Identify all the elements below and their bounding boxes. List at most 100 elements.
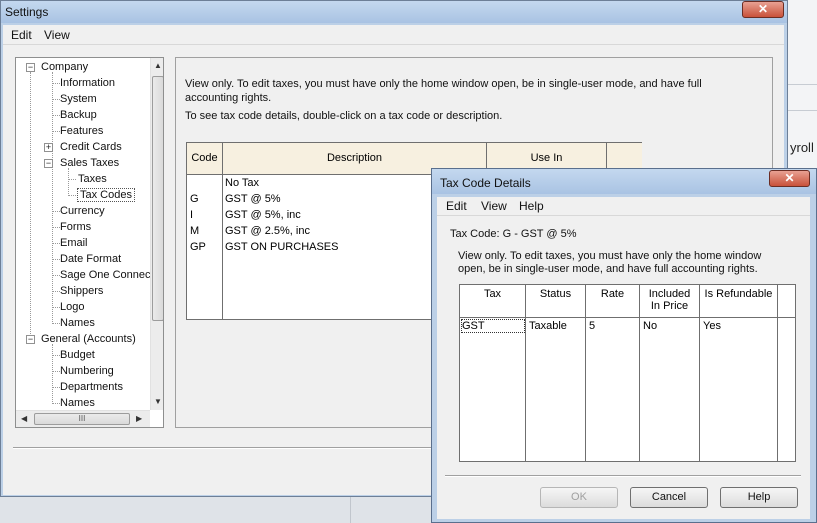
close-icon: ✕ <box>784 171 795 185</box>
tree-expand-icon[interactable]: + <box>44 143 53 152</box>
dialog-menu-edit[interactable]: Edit <box>446 199 467 213</box>
tree-collapse-icon[interactable]: − <box>26 335 35 344</box>
settings-titlebar[interactable]: Settings ✕ <box>1 1 787 23</box>
tree-item-taxes[interactable]: Taxes <box>78 173 107 185</box>
column-header-tax[interactable]: Tax <box>460 285 526 318</box>
tree-item-date-format[interactable]: Date Format <box>60 253 121 265</box>
tree-connector <box>52 291 60 292</box>
tree-item-credit-cards[interactable]: Credit Cards <box>60 141 122 153</box>
status-column <box>526 318 586 461</box>
scroll-down-icon[interactable]: ▼ <box>154 397 162 406</box>
tree-collapse-icon[interactable]: − <box>26 63 35 72</box>
settings-menubar: Edit View <box>3 25 784 45</box>
settings-title: Settings <box>5 5 49 19</box>
column-header-included-in-price[interactable]: Included In Price <box>640 285 700 318</box>
dialog-menubar: Edit View Help <box>437 197 810 216</box>
column-header-code[interactable]: Code <box>187 143 223 175</box>
dialog-titlebar[interactable]: Tax Code Details ✕ <box>432 169 816 194</box>
tree-connector <box>52 387 60 388</box>
tree-connector <box>52 403 60 404</box>
tree-vertical-scrollbar[interactable]: ▲ ▼ <box>150 58 163 410</box>
tree-item-sales-taxes[interactable]: Sales Taxes <box>60 157 119 169</box>
scroll-right-icon[interactable]: ▶ <box>136 414 142 423</box>
ok-button[interactable]: OK <box>540 487 618 508</box>
view-only-notice-line: View only. To edit taxes, you must have … <box>185 78 702 90</box>
tree-item-shippers[interactable]: Shippers <box>60 285 103 297</box>
dialog-notice-line: View only. To edit taxes, you must have … <box>458 250 762 262</box>
tree-horizontal-scrollbar[interactable]: ◀ III ▶ <box>16 410 150 427</box>
tree-horizontal-scroll-thumb[interactable]: III <box>34 413 130 425</box>
header-line: In Price <box>650 300 689 312</box>
tree-connector <box>52 99 60 100</box>
tree-item-tax-codes[interactable]: Tax Codes <box>77 188 135 202</box>
tree-connector <box>52 72 53 322</box>
table-cell-description[interactable]: GST ON PURCHASES <box>225 241 339 253</box>
background-divider <box>786 84 817 85</box>
tree-item-logo[interactable]: Logo <box>60 301 84 313</box>
tree-item-currency[interactable]: Currency <box>60 205 105 217</box>
table-cell-included[interactable]: No <box>643 320 657 332</box>
tree-vertical-scroll-thumb[interactable] <box>152 76 163 321</box>
dialog-menu-help[interactable]: Help <box>519 199 544 213</box>
tree-item-sage-one[interactable]: Sage One Connec <box>60 269 150 281</box>
scroll-left-icon[interactable]: ◀ <box>21 414 27 423</box>
tree-item-information[interactable]: Information <box>60 77 115 89</box>
tree-connector <box>52 227 60 228</box>
table-cell-code[interactable]: GP <box>190 241 206 253</box>
dialog-close-button[interactable]: ✕ <box>769 170 810 187</box>
tree-item-email[interactable]: Email <box>60 237 88 249</box>
tree-item-backup[interactable]: Backup <box>60 109 97 121</box>
tree-connector <box>52 83 60 84</box>
dialog-title: Tax Code Details <box>440 176 531 190</box>
tree-connector <box>52 115 60 116</box>
table-cell-tax[interactable]: GST <box>461 319 525 333</box>
included-column <box>640 318 700 461</box>
tax-code-label: Tax Code: G - GST @ 5% <box>450 228 577 240</box>
dialog-menu-view[interactable]: View <box>481 199 507 213</box>
settings-close-button[interactable]: ✕ <box>742 1 784 18</box>
tree-connector <box>68 179 76 180</box>
tree-item-company[interactable]: Company <box>41 61 88 73</box>
tree-item-departments[interactable]: Departments <box>60 381 123 393</box>
table-cell-refundable[interactable]: Yes <box>703 320 721 332</box>
refundable-column <box>700 318 778 461</box>
tax-details-table[interactable]: Tax Status Rate Included In Price Is Ref… <box>459 284 796 462</box>
tree-item-names-general[interactable]: Names <box>60 397 95 409</box>
table-cell-description[interactable]: GST @ 5%, inc <box>225 209 301 221</box>
table-cell-description[interactable]: GST @ 5% <box>225 193 281 205</box>
tree-collapse-icon[interactable]: − <box>44 159 53 168</box>
tree-connector <box>52 211 60 212</box>
tree-item-names[interactable]: Names <box>60 317 95 329</box>
menu-view[interactable]: View <box>44 28 70 42</box>
dialog-notice-line: open, be in single-user mode, and have f… <box>458 263 758 275</box>
tree-connector <box>52 243 60 244</box>
column-header-status[interactable]: Status <box>526 285 586 318</box>
close-icon: ✕ <box>757 2 769 16</box>
tree-item-features[interactable]: Features <box>60 125 103 137</box>
cancel-button[interactable]: Cancel <box>630 487 708 508</box>
table-cell-rate[interactable]: 5 <box>589 320 595 332</box>
settings-tree[interactable]: − Company Information System Backup Feat… <box>15 57 164 428</box>
tree-item-system[interactable]: System <box>60 93 97 105</box>
rate-column <box>586 318 640 461</box>
help-button[interactable]: Help <box>720 487 798 508</box>
column-header-rate[interactable]: Rate <box>586 285 640 318</box>
menu-edit[interactable]: Edit <box>11 28 32 42</box>
scroll-up-icon[interactable]: ▲ <box>154 61 162 70</box>
tree-connector <box>68 195 76 196</box>
table-cell-code[interactable]: M <box>190 225 199 237</box>
table-cell-description[interactable]: No Tax <box>225 177 259 189</box>
tree-item-budget[interactable]: Budget <box>60 349 95 361</box>
tree-item-general-accounts[interactable]: General (Accounts) <box>41 333 136 345</box>
tree-connector <box>52 307 60 308</box>
column-header-is-refundable[interactable]: Is Refundable <box>700 285 778 318</box>
table-cell-code[interactable]: I <box>190 209 193 221</box>
table-cell-code[interactable]: G <box>190 193 199 205</box>
tree-connector <box>52 371 60 372</box>
tax-code-details-dialog: Tax Code Details ✕ Edit View Help Tax Co… <box>431 168 817 523</box>
table-cell-description[interactable]: GST @ 2.5%, inc <box>225 225 310 237</box>
table-cell-status[interactable]: Taxable <box>529 320 567 332</box>
tree-item-numbering[interactable]: Numbering <box>60 365 114 377</box>
view-only-notice-line: accounting rights. <box>185 92 272 104</box>
tree-item-forms[interactable]: Forms <box>60 221 91 233</box>
